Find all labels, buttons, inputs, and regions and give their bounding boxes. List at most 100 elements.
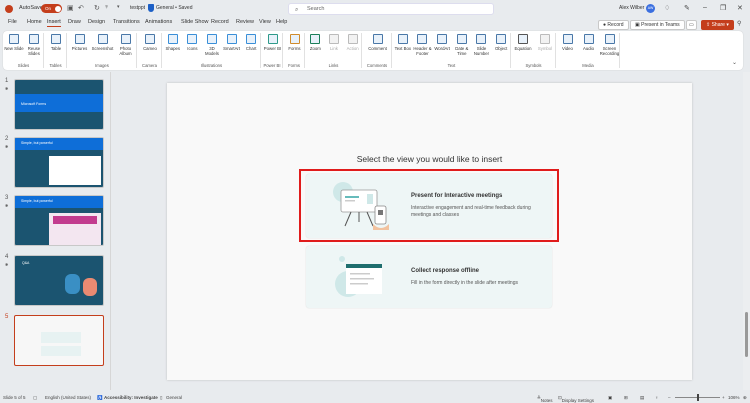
button-label: New Slide xyxy=(4,46,24,51)
record-button[interactable]: ● Record xyxy=(598,20,629,30)
tab-design[interactable]: Design xyxy=(88,19,105,25)
spellcheck-icon[interactable]: ▢ xyxy=(33,395,37,401)
tab-review[interactable]: Review xyxy=(236,19,254,25)
search-box[interactable]: ⌕ Search xyxy=(288,3,494,15)
present-icon[interactable]: ♆ xyxy=(104,4,109,11)
smartart-button[interactable]: SmartArt xyxy=(222,34,242,51)
smartart-icon xyxy=(226,34,237,44)
share-button[interactable]: ⇪ Share ▾ xyxy=(701,20,734,30)
link-button[interactable]: Link xyxy=(325,34,344,51)
action-button[interactable]: Action xyxy=(343,34,362,51)
tips-icon[interactable]: ♢ xyxy=(664,4,670,12)
zoom-in-button[interactable]: + xyxy=(722,395,725,400)
display-settings-button[interactable]: ⊡ Display Settings xyxy=(558,395,594,403)
avatar[interactable]: AW xyxy=(646,4,655,13)
text-box-button[interactable]: Text Box xyxy=(393,34,413,51)
sensitivity-label[interactable]: General xyxy=(166,395,182,400)
minimize-icon[interactable]: – xyxy=(703,4,707,11)
header-footer-button[interactable]: Header & Footer xyxy=(413,34,433,56)
status-bar: Slide 5 of 5 ▢ English (United States) ♿… xyxy=(0,392,750,403)
reading-view-icon[interactable]: ▤ xyxy=(640,395,644,401)
forms-button[interactable]: Forms xyxy=(284,34,305,51)
symbol-button[interactable]: Symbol xyxy=(534,34,556,51)
slide-thumbnail-1[interactable]: Microsoft Forms xyxy=(14,79,104,130)
power-bi-button[interactable]: Power BI xyxy=(262,34,283,51)
tab-draw[interactable]: Draw xyxy=(68,19,81,25)
autosave-toggle[interactable]: On xyxy=(41,4,62,13)
zoom-level[interactable]: 106% xyxy=(728,395,740,400)
video-button[interactable]: Video xyxy=(557,34,578,51)
date-time-button[interactable]: Date & Time xyxy=(452,34,472,56)
slide-thumbnail-3[interactable]: Simple, but powerful xyxy=(14,195,104,246)
3d-models-button[interactable]: 3D Models xyxy=(202,34,222,56)
tab-file[interactable]: File xyxy=(8,19,17,25)
object-button[interactable]: Object xyxy=(491,34,511,51)
zoom-slider[interactable] xyxy=(675,394,720,401)
photo-album-button[interactable]: Photo Album xyxy=(114,34,137,56)
screen-recording-button[interactable]: Screen Recording xyxy=(599,34,620,56)
wordart-button[interactable]: WordArt xyxy=(432,34,452,51)
table-button[interactable]: Table xyxy=(45,34,67,51)
zoom-slider-thumb[interactable] xyxy=(697,394,699,401)
icons-button[interactable]: Icons xyxy=(183,34,203,51)
tab-view[interactable]: View xyxy=(259,19,271,25)
ribbon-group-comments: Comment Comments xyxy=(363,33,392,68)
new-slide-button[interactable]: New Slide xyxy=(4,34,24,51)
slideshow-icon[interactable]: ♆ xyxy=(655,395,658,400)
slide-sorter-icon[interactable]: ⊞ xyxy=(624,395,628,401)
save-status[interactable]: General • Saved xyxy=(156,5,193,11)
comment-button[interactable]: Comment xyxy=(363,34,392,51)
pen-icon[interactable]: ✎ xyxy=(684,4,690,12)
present-interactive-option[interactable]: Present for Interactive meetings Interac… xyxy=(306,174,552,238)
slide-canvas[interactable]: Select the view you would like to insert… xyxy=(167,83,692,380)
scrollbar-thumb[interactable] xyxy=(745,312,748,357)
user-name[interactable]: Alex Wilber xyxy=(619,5,644,11)
undo-icon[interactable]: ↶ xyxy=(78,4,84,12)
restore-icon[interactable]: ❐ xyxy=(720,4,726,12)
accessibility-status[interactable]: Accessibility: Investigate xyxy=(104,395,158,400)
pictures-button[interactable]: Pictures xyxy=(68,34,91,51)
fit-slide-icon[interactable]: ⊕ xyxy=(743,395,747,401)
redo-icon[interactable]: ↻ xyxy=(94,4,100,12)
collapse-ribbon-icon[interactable]: ⌄ xyxy=(732,59,737,66)
tab-help[interactable]: Help xyxy=(276,19,287,25)
button-label: Video xyxy=(562,46,573,51)
slide-thumbnail-4[interactable]: Q&A xyxy=(14,255,104,306)
zoom-out-button[interactable]: – xyxy=(668,395,671,400)
customize-icon[interactable]: ▾ xyxy=(117,4,120,10)
zoom-button[interactable]: Zoom xyxy=(306,34,325,51)
slide-thumbnail-2[interactable]: Simple, but powerful xyxy=(14,137,104,188)
comments-button[interactable]: ▭ xyxy=(686,20,697,30)
collect-offline-option[interactable]: Collect response offline Fill in the for… xyxy=(306,246,552,308)
cameo-button[interactable]: Cameo xyxy=(138,34,162,51)
present-in-teams-button[interactable]: ▣ Present in Teams xyxy=(630,20,685,30)
notes-button[interactable]: ≜ Notes xyxy=(537,395,553,403)
vertical-scrollbar[interactable] xyxy=(743,72,750,390)
tab-record[interactable]: Record xyxy=(211,19,229,25)
slide-thumbnail-5[interactable] xyxy=(14,315,104,366)
screenshot-button[interactable]: Screenshot xyxy=(91,34,114,51)
tab-transitions[interactable]: Transitions xyxy=(113,19,140,25)
close-icon[interactable]: ✕ xyxy=(737,4,743,12)
button-label: Comment xyxy=(368,46,387,51)
tab-home[interactable]: Home xyxy=(27,19,42,25)
reuse-slides-button[interactable]: Reuse Slides xyxy=(24,34,44,56)
button-label: Pictures xyxy=(71,46,88,51)
tab-insert[interactable]: Insert xyxy=(47,19,61,27)
file-name[interactable]: testppt xyxy=(130,5,145,11)
normal-view-icon[interactable]: ▣ xyxy=(608,395,612,401)
button-label: Icons xyxy=(187,46,198,51)
audio-button[interactable]: Audio xyxy=(578,34,599,51)
language-status[interactable]: English (United States) xyxy=(45,395,91,400)
person-icon[interactable]: ⚲ xyxy=(737,20,741,27)
save-icon[interactable]: ▣ xyxy=(67,4,74,12)
star-icon: ✱ xyxy=(5,144,9,149)
tab-slide-show[interactable]: Slide Show xyxy=(181,19,209,25)
equation-button[interactable]: Equation xyxy=(512,34,534,51)
date-time-icon xyxy=(456,34,467,44)
slide-number-button[interactable]: Slide Number xyxy=(472,34,492,56)
chart-button[interactable]: Chart xyxy=(241,34,261,51)
slide-thumbnail-panel[interactable]: 1 ✱ Microsoft Forms 2 ✱ Simple, but powerf… xyxy=(0,72,111,390)
shapes-button[interactable]: Shapes xyxy=(163,34,183,51)
tab-animations[interactable]: Animations xyxy=(145,19,172,25)
